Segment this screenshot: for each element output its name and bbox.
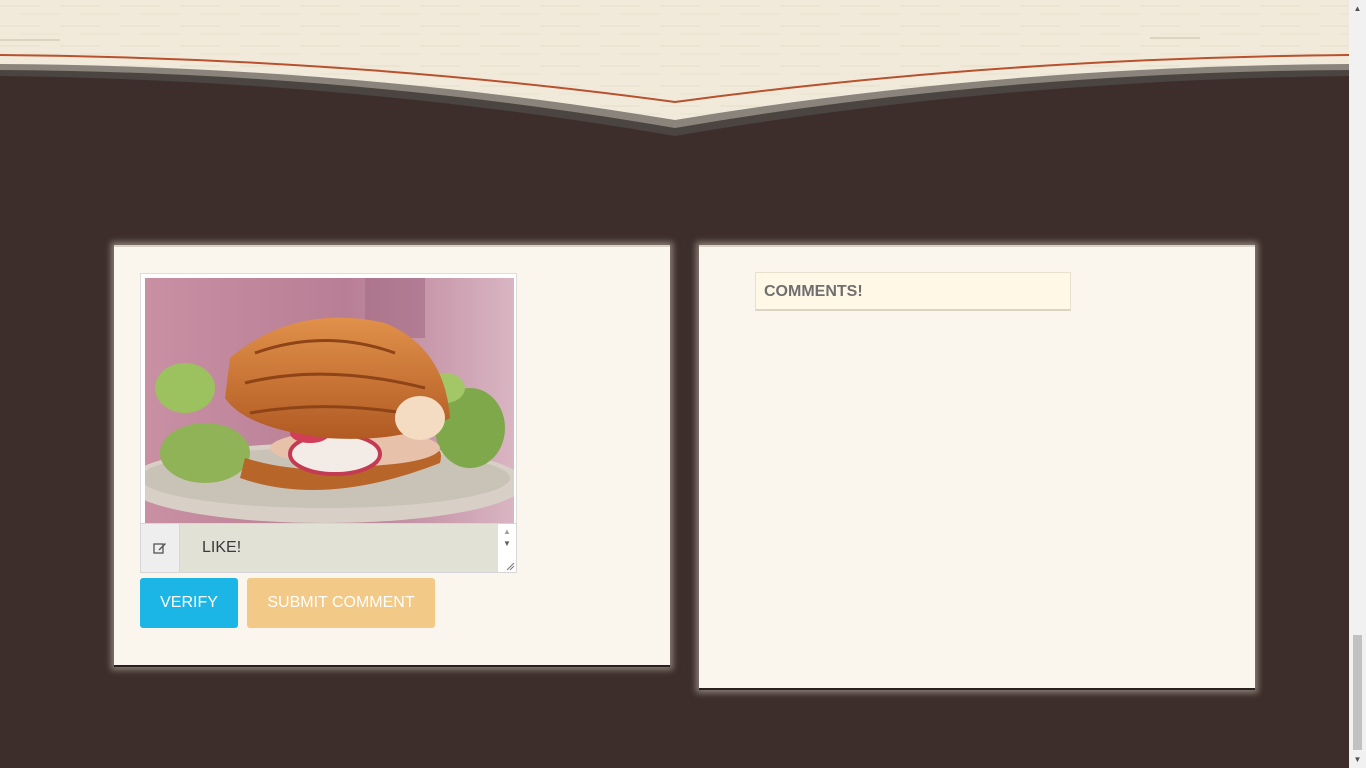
comments-heading: COMMENTS! [755,272,1071,311]
header-banner [0,0,1349,140]
scroll-down-icon[interactable]: ▼ [1349,751,1366,768]
scroll-up-icon[interactable]: ▲ [1349,0,1366,17]
page-scrollbar[interactable]: ▲ ▼ [1349,0,1366,768]
scroll-down-arrow-icon[interactable]: ▼ [498,538,516,550]
verify-button[interactable]: VERIFY [140,578,238,628]
resize-handle-icon[interactable] [505,561,515,571]
submit-comment-button[interactable]: SUBMIT COMMENT [247,578,435,628]
comment-input[interactable]: LIKE! [180,524,498,572]
comment-scrollbar[interactable]: ▲ ▼ [498,524,516,572]
post-panel: LIKE! ▲ ▼ VERIFY SUBMIT COMMENT [114,245,670,667]
edit-icon [141,524,180,572]
comment-input-group: LIKE! ▲ ▼ [140,523,517,573]
scroll-up-arrow-icon[interactable]: ▲ [498,526,516,538]
comments-panel: COMMENTS! [699,245,1255,690]
croissant-photo [145,278,514,524]
scrollbar-thumb[interactable] [1353,635,1362,750]
post-photo-frame [140,273,517,525]
